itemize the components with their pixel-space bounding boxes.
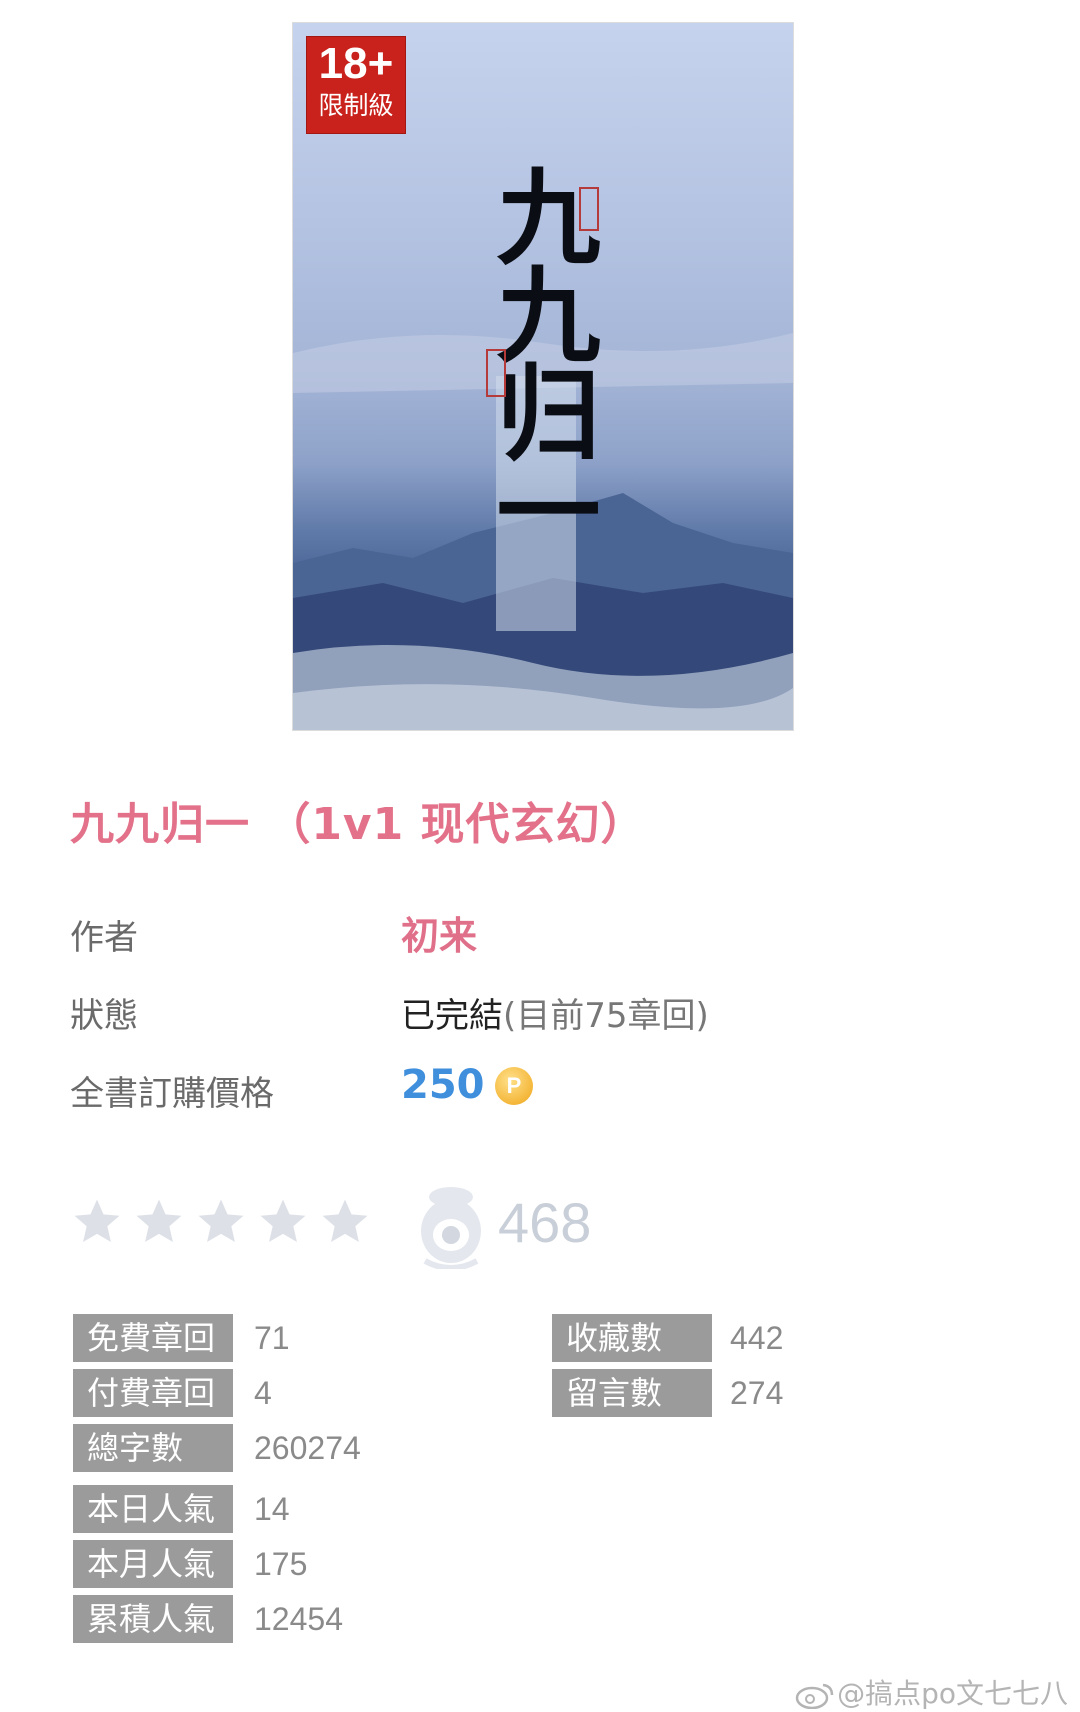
star-icon[interactable]: [70, 1195, 124, 1249]
price-label: 全書訂購價格: [70, 1074, 274, 1114]
status-label: 狀態: [70, 996, 138, 1036]
price-value: 250: [401, 1062, 485, 1108]
stat-daily-popularity-value: 14: [254, 1491, 290, 1527]
star-icon[interactable]: [318, 1195, 372, 1249]
stat-word-count-value: 260274: [254, 1430, 361, 1466]
author-label: 作者: [70, 918, 138, 958]
stat-comments-label: 留言數: [552, 1369, 712, 1417]
stat-free-chapters-value: 71: [254, 1320, 290, 1356]
cover-seal-stamp: [486, 349, 506, 397]
weibo-logo-icon: [795, 1683, 834, 1709]
rating-stars[interactable]: [70, 1195, 375, 1251]
status-value: 已完結(目前75章回): [401, 988, 709, 1037]
age-rating-text: 限制級: [318, 91, 394, 120]
age-rating-badge: 18+ 限制級: [306, 36, 406, 134]
stat-monthly-popularity-label: 本月人氣: [73, 1540, 233, 1588]
point-coin-icon: P: [495, 1067, 533, 1105]
watermark-text: @搞点po文七七八: [837, 1677, 1068, 1710]
stat-monthly-popularity-value: 175: [254, 1546, 308, 1582]
status-chapter-count: (目前75章回): [503, 996, 709, 1036]
cover-seal-stamp: [579, 187, 599, 231]
fans-count: 468: [498, 1191, 592, 1254]
stat-paid-chapters-label: 付費章回: [73, 1369, 233, 1417]
stat-favorites-label: 收藏數: [552, 1314, 712, 1362]
stat-daily-popularity-label: 本日人氣: [73, 1485, 233, 1533]
book-cover[interactable]: 九九归一 18+ 限制級: [292, 22, 794, 731]
stat-favorites-value: 442: [730, 1320, 784, 1356]
stat-total-popularity-label: 累積人氣: [73, 1595, 233, 1643]
watermark: @搞点po文七七八: [795, 1672, 1068, 1712]
stat-paid-chapters-value: 4: [254, 1375, 272, 1411]
status-main-text: 已完結: [401, 996, 503, 1036]
stat-word-count-label: 總字數: [73, 1424, 233, 1472]
star-icon[interactable]: [194, 1195, 248, 1249]
stat-comments-value: 274: [730, 1375, 784, 1411]
star-icon[interactable]: [256, 1195, 310, 1249]
star-icon[interactable]: [132, 1195, 186, 1249]
author-link[interactable]: 初来: [401, 905, 477, 960]
book-title: 九九归一 （1v1 现代玄幻）: [70, 799, 646, 850]
fans-mascot-icon: [421, 1187, 481, 1269]
stat-free-chapters-label: 免費章回: [73, 1314, 233, 1362]
age-rating-number: 18+: [318, 39, 394, 88]
stat-total-popularity-value: 12454: [254, 1601, 343, 1637]
